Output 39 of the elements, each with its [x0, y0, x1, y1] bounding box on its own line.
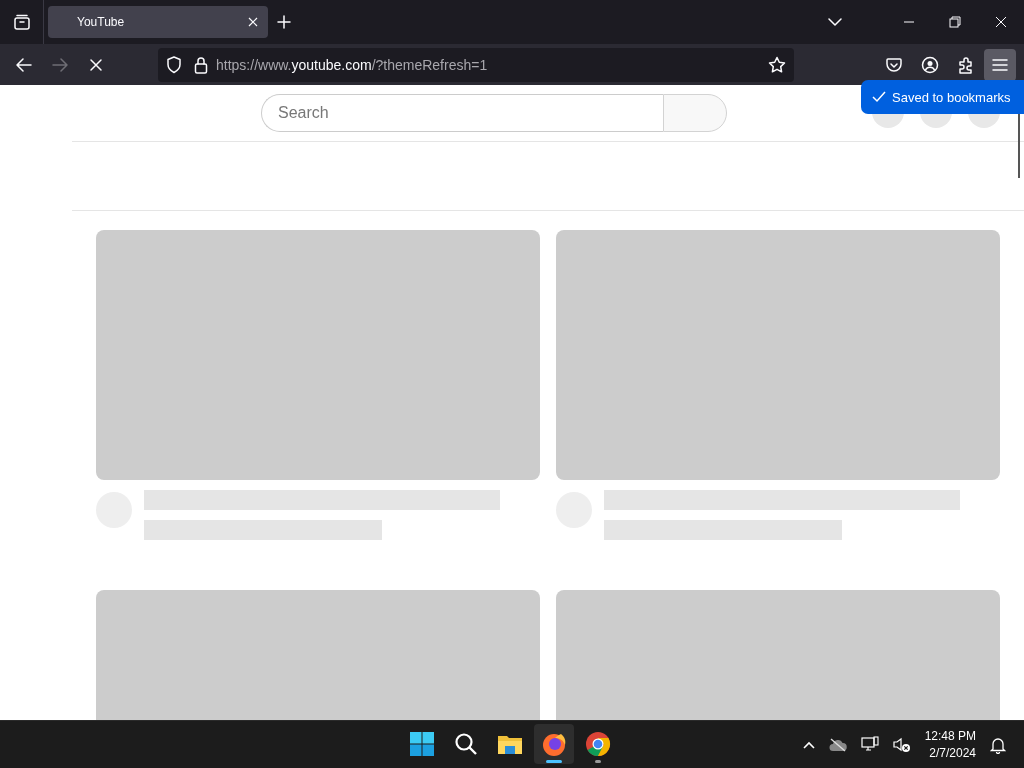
- pocket-icon[interactable]: [886, 56, 902, 73]
- puzzle-icon[interactable]: [957, 55, 975, 74]
- clock-date: 2/7/2024: [929, 744, 976, 762]
- check-icon: [872, 91, 886, 103]
- restore-icon[interactable]: [949, 16, 961, 28]
- folder-icon[interactable]: [497, 733, 523, 755]
- minimize-icon[interactable]: [903, 21, 915, 23]
- close-icon[interactable]: [995, 16, 1007, 28]
- address-bar[interactable]: https://www.youtube.com/?themeRefresh=1: [158, 47, 794, 82]
- chevron-down-icon[interactable]: [828, 18, 842, 26]
- shield-icon[interactable]: [166, 55, 182, 74]
- lock-icon[interactable]: [194, 55, 208, 74]
- new-tab-icon[interactable]: [277, 15, 291, 29]
- close-icon[interactable]: [248, 17, 258, 27]
- cloud-offline-icon[interactable]: [828, 737, 847, 752]
- clock[interactable]: 12:48 PM 2/7/2024: [924, 727, 976, 762]
- windows-logo-icon[interactable]: [410, 732, 434, 756]
- network-icon[interactable]: [860, 735, 879, 754]
- account-icon[interactable]: [921, 55, 939, 74]
- show-hidden-icons-chevron-icon[interactable]: [802, 740, 815, 749]
- taskbar-app-button[interactable]: [534, 724, 574, 764]
- star-icon[interactable]: [768, 55, 786, 74]
- browser-tab[interactable]: YouTube: [48, 6, 268, 38]
- search-icon[interactable]: [454, 732, 478, 756]
- tab-list-icon[interactable]: [12, 14, 31, 30]
- menu-icon[interactable]: [992, 58, 1008, 71]
- stop-icon[interactable]: [89, 57, 103, 72]
- bell-icon[interactable]: [990, 735, 1006, 754]
- url-text: https://www.youtube.com/?themeRefresh=1: [216, 56, 489, 73]
- menu-button[interactable]: [984, 48, 1016, 81]
- chrome-icon[interactable]: [585, 731, 611, 757]
- search-field[interactable]: Search: [261, 94, 663, 132]
- speaker-muted-icon[interactable]: [892, 736, 911, 753]
- back-arrow-icon[interactable]: [16, 57, 32, 72]
- tab-title: YouTube: [77, 15, 125, 29]
- toast-text: Saved to bookmarks: [892, 89, 1011, 105]
- forward-arrow-icon[interactable]: [52, 57, 68, 72]
- clock-time: 12:48 PM: [924, 727, 976, 745]
- firefox-icon[interactable]: [541, 731, 567, 757]
